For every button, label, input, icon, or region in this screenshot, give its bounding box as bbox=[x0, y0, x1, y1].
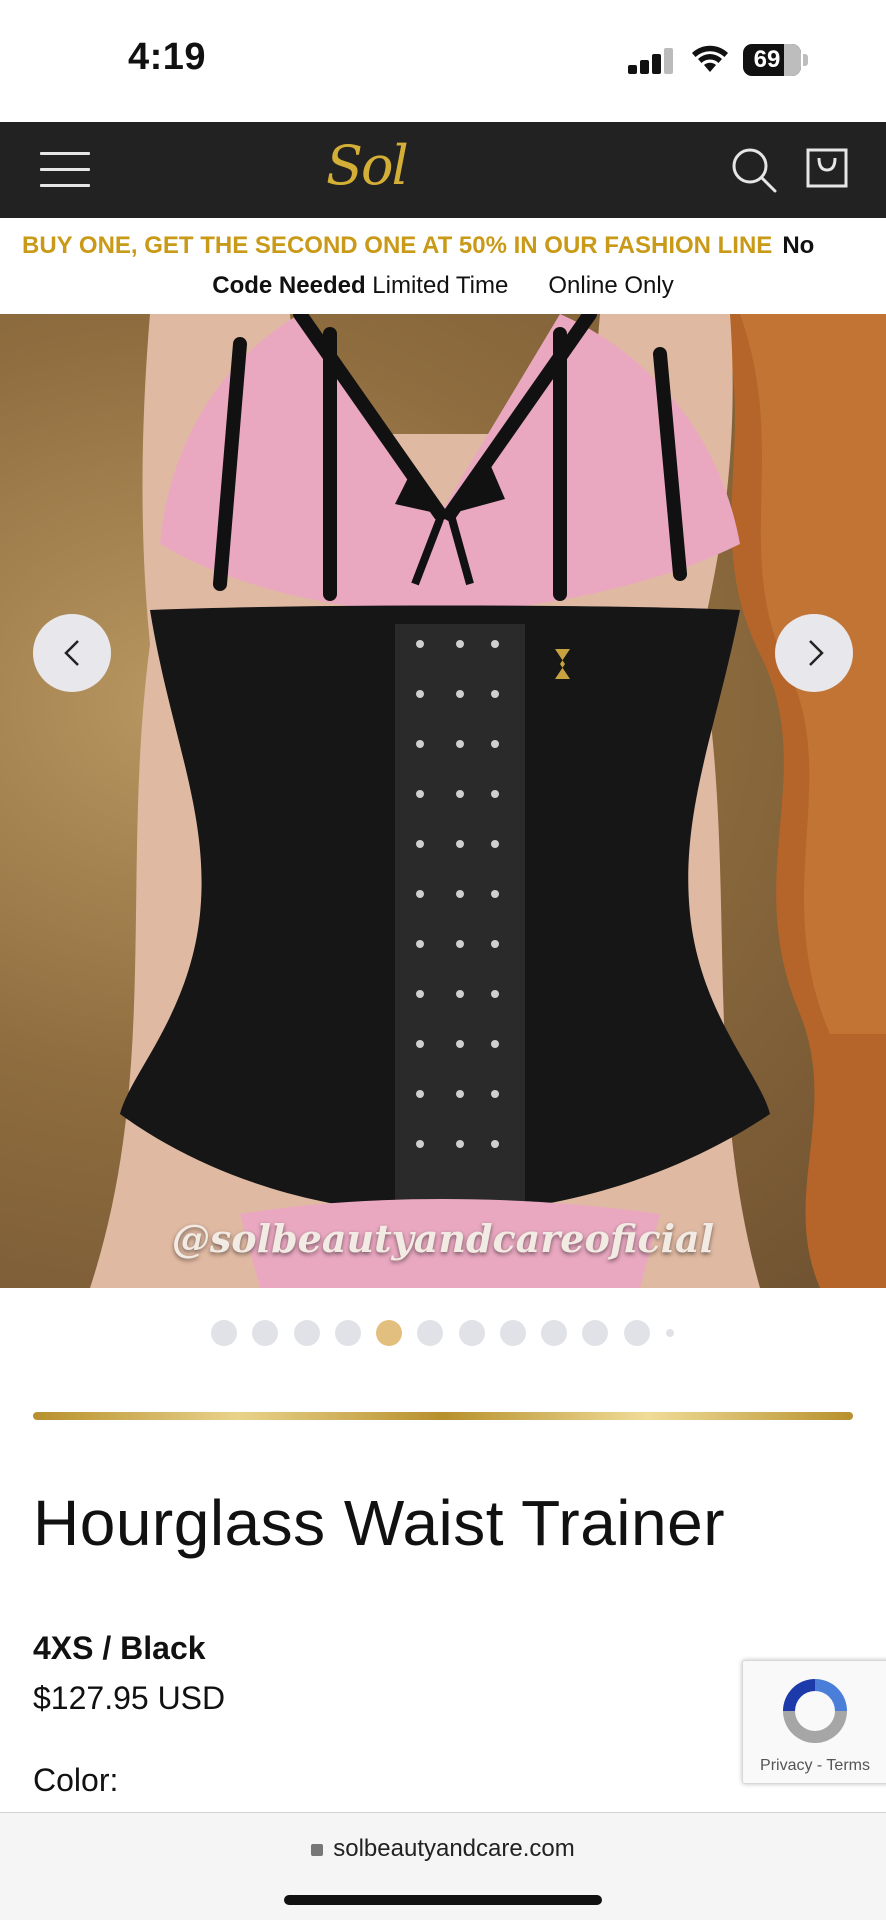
pagination-dot-active[interactable] bbox=[376, 1320, 402, 1346]
product-photo bbox=[90, 314, 886, 1288]
battery-tip bbox=[803, 54, 808, 66]
status-bar: 4:19 69 bbox=[0, 0, 886, 122]
promo-line-1: BUY ONE, GET THE SECOND ONE AT 50% IN OU… bbox=[0, 232, 886, 260]
pagination-dot[interactable] bbox=[211, 1320, 237, 1346]
url-text: solbeautyandcare.com bbox=[333, 1835, 575, 1862]
battery-icon: 69 bbox=[743, 44, 801, 76]
previous-image-button[interactable] bbox=[33, 614, 111, 692]
brand-logo[interactable]: Sol bbox=[326, 134, 409, 197]
product-title: Hourglass Waist Trainer bbox=[33, 1487, 725, 1559]
promo-limited-time: Limited Time bbox=[372, 272, 509, 299]
search-icon[interactable] bbox=[730, 146, 778, 194]
home-indicator[interactable] bbox=[284, 1895, 602, 1905]
image-watermark: @solbeautyandcareoficial bbox=[171, 1216, 715, 1261]
pagination-dot[interactable] bbox=[417, 1320, 443, 1346]
pagination-dot[interactable] bbox=[500, 1320, 526, 1346]
promo-highlight: BUY ONE, GET THE SECOND ONE AT 50% IN OU… bbox=[22, 232, 773, 259]
promo-code-needed: Code Needed bbox=[212, 272, 366, 299]
lock-icon bbox=[311, 1844, 324, 1856]
selected-variant: 4XS / Black bbox=[33, 1630, 206, 1666]
cellular-signal-icon bbox=[628, 48, 674, 74]
url-field[interactable]: solbeautyandcare.com bbox=[0, 1835, 886, 1863]
wifi-icon bbox=[692, 45, 728, 72]
menu-button[interactable] bbox=[40, 150, 92, 190]
pagination-dot-overflow[interactable] bbox=[666, 1329, 674, 1337]
chevron-left-icon bbox=[64, 640, 79, 666]
recaptcha-links[interactable]: Privacy - Terms bbox=[743, 1757, 886, 1775]
chevron-right-icon bbox=[809, 640, 824, 666]
product-image-gallery[interactable]: @solbeautyandcareoficial bbox=[0, 314, 886, 1288]
promo-banner: BUY ONE, GET THE SECOND ONE AT 50% IN OU… bbox=[0, 218, 886, 314]
status-time: 4:19 bbox=[128, 36, 207, 78]
pagination-dot[interactable] bbox=[624, 1320, 650, 1346]
pagination-dot[interactable] bbox=[252, 1320, 278, 1346]
site-header: Sol bbox=[0, 122, 886, 218]
recaptcha-badge[interactable]: Privacy - Terms bbox=[742, 1660, 886, 1784]
pagination-dot[interactable] bbox=[541, 1320, 567, 1346]
browser-address-bar[interactable]: solbeautyandcare.com bbox=[0, 1812, 886, 1920]
battery-level: 69 bbox=[753, 46, 781, 73]
cart-icon[interactable] bbox=[806, 146, 848, 190]
promo-line-2: Code Needed Limited Time Online Only bbox=[0, 272, 886, 300]
pagination-dot[interactable] bbox=[582, 1320, 608, 1346]
gallery-pagination bbox=[0, 1320, 886, 1348]
pagination-dot[interactable] bbox=[294, 1320, 320, 1346]
promo-tail: No bbox=[782, 232, 815, 259]
color-option-label: Color: bbox=[33, 1762, 119, 1798]
promo-online-only: Online Only bbox=[548, 272, 674, 299]
pagination-dot[interactable] bbox=[335, 1320, 361, 1346]
pagination-dot[interactable] bbox=[459, 1320, 485, 1346]
product-price: $127.95 USD bbox=[33, 1680, 226, 1716]
next-image-button[interactable] bbox=[775, 614, 853, 692]
recaptcha-icon bbox=[783, 1679, 847, 1743]
gold-divider bbox=[33, 1412, 853, 1420]
